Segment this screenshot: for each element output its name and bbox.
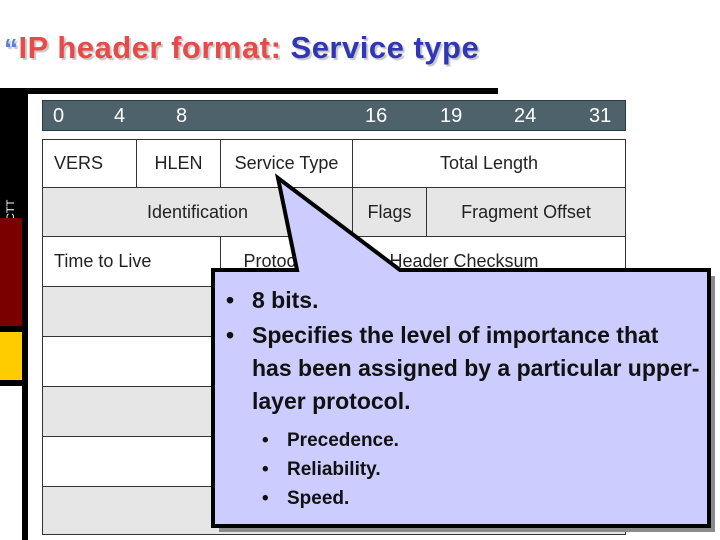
field-time-to-live: Time to Live: [43, 237, 221, 286]
slide-title: “IP header format: Service type: [4, 30, 479, 66]
bit-label: 19: [440, 105, 463, 127]
field-service-type: Service Type: [221, 140, 353, 187]
callout-sub-bullet-text: Reliability.: [287, 459, 381, 480]
bullet-dot-icon: •: [262, 488, 269, 509]
callout-bullet-text: Specifies the level of importance that h…: [252, 322, 700, 414]
bullet-dot-icon: •: [226, 287, 235, 313]
callout-bullet: • Specifies the level of importance that …: [222, 319, 702, 418]
callout-sub-bullet: • Speed.: [222, 484, 702, 513]
bit-label: 0: [53, 105, 65, 127]
field-total-length: Total Length: [439, 153, 539, 173]
title-topic: Service type: [290, 30, 480, 65]
sidebar-yellow-block: [0, 332, 22, 386]
bit-label: 24: [514, 105, 537, 127]
callout-sub-bullet: • Precedence.: [222, 426, 702, 455]
callout-content: • 8 bits. • Specifies the level of importa…: [222, 284, 702, 513]
sidebar-decoration: The Saigon CTT: [0, 88, 22, 540]
callout-sub-bullet-text: Speed.: [287, 488, 350, 509]
sidebar-red-block: [0, 218, 22, 332]
field-identification: Identification: [43, 188, 353, 236]
bit-label: 4: [114, 105, 126, 127]
field-flags: Flags: [353, 188, 427, 236]
bit-label: 16: [365, 105, 388, 127]
table-row: Identification Flags Fragment Offset: [42, 188, 626, 237]
callout-sub-bullet: • Reliability.: [222, 455, 702, 484]
title-bullet-icon: “: [4, 33, 19, 64]
callout-sub-bullet-text: Precedence.: [287, 430, 399, 451]
field-fragment-offset: Fragment Offset: [461, 201, 591, 222]
bullet-dot-icon: •: [262, 459, 269, 480]
field-vers: VERS: [43, 140, 137, 187]
field-protocol: Protocol: [221, 237, 353, 286]
field-hlen: HLEN: [137, 140, 221, 187]
bit-ruler: 0 4 8 16 19 24 31: [42, 100, 626, 131]
title-underline: [0, 88, 498, 94]
bit-label: 8: [176, 105, 188, 127]
sidebar-stripe: [22, 88, 28, 540]
title-prefix: IP header format:: [18, 30, 291, 65]
bullet-dot-icon: •: [226, 322, 235, 348]
bit-label: 31: [589, 105, 612, 127]
field-header-checksum: Header Checksum: [389, 251, 539, 271]
callout-bullet-text: 8 bits.: [252, 287, 319, 313]
table-row: Time to Live Protocol Header Checksum: [42, 237, 626, 287]
table-row: VERS HLEN Service Type Total Length: [42, 139, 626, 188]
bullet-dot-icon: •: [262, 430, 269, 451]
callout-bullet: • 8 bits.: [222, 284, 702, 317]
